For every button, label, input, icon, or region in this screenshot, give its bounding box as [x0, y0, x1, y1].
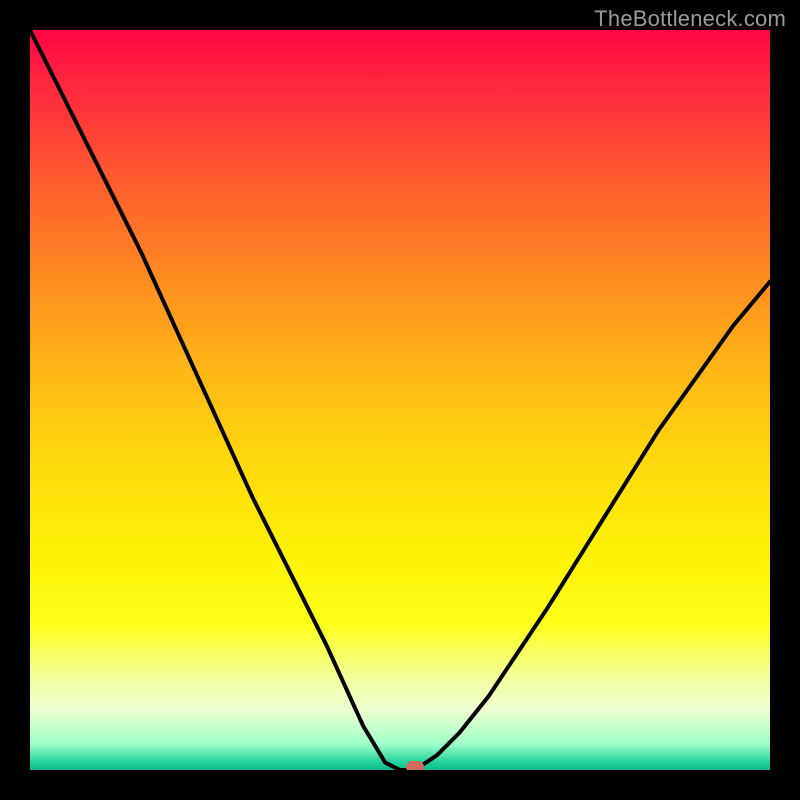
curve-path: [30, 30, 770, 770]
optimum-marker: [406, 761, 424, 770]
chart-frame: TheBottleneck.com: [0, 0, 800, 800]
bottleneck-curve: [30, 30, 770, 770]
attribution-text: TheBottleneck.com: [594, 6, 786, 32]
plot-area: [30, 30, 770, 770]
